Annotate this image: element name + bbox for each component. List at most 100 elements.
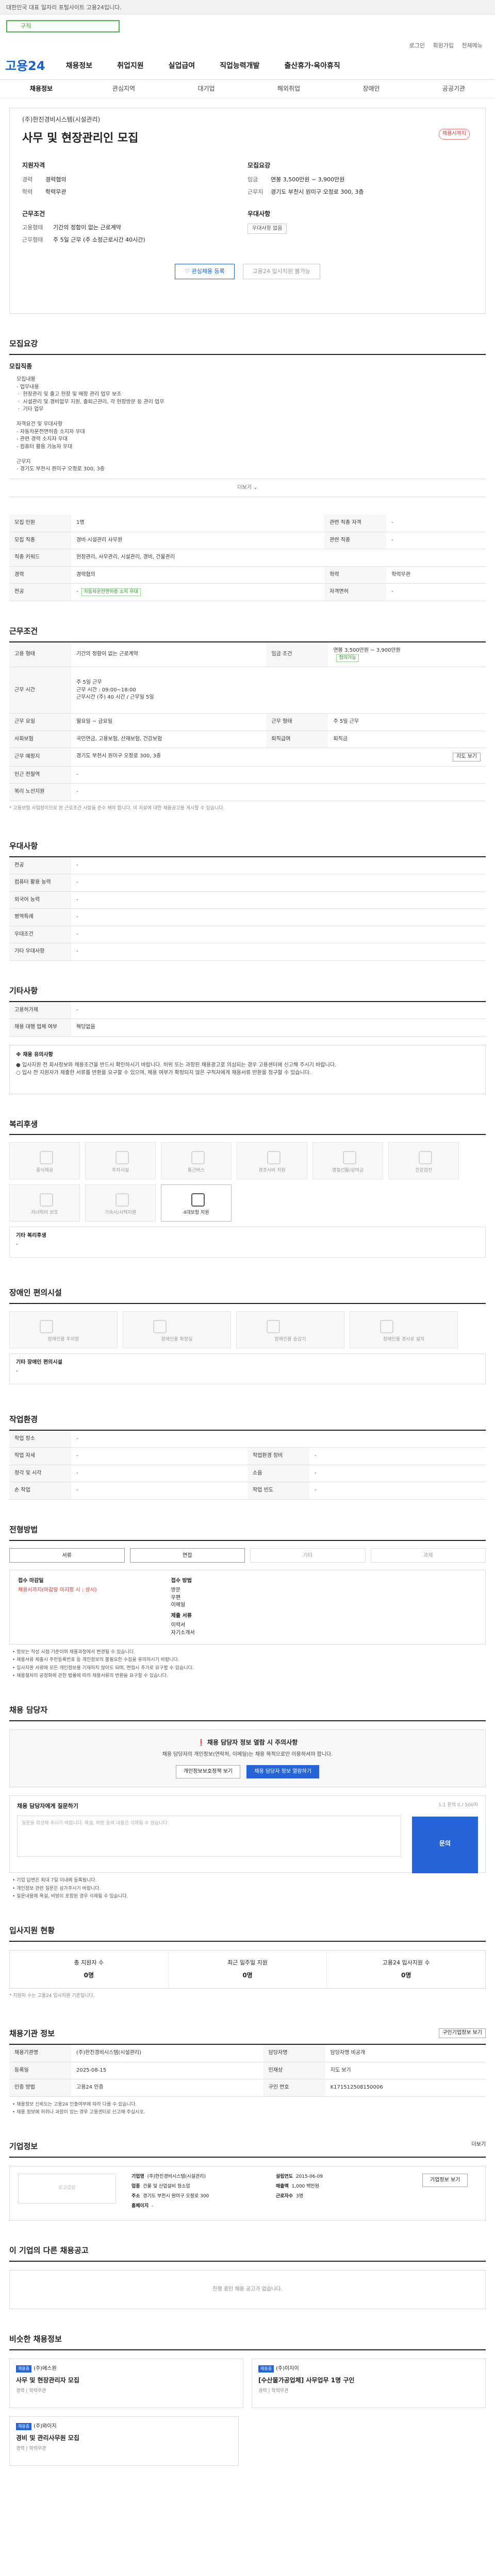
- subnav-item[interactable]: 채용정보: [0, 84, 82, 93]
- apply-method: 접수 방법 방문 우편 이메일 제출 서류 이력서 자기소개서: [171, 1578, 324, 1637]
- status-item: 최근 일주일 지원 0명: [169, 1951, 327, 1989]
- detail-section: 모집요강 모집직종 모집내용 - 업무내용 ㆍ 현장관리 및 출고 현장 및 매…: [9, 334, 486, 602]
- info-table: 채용기관명 (주)한진경비시스템(시설관리) 담당자명 담당자명 비공개 등록일 202…: [9, 2045, 486, 2097]
- subnav-item[interactable]: 대기업: [165, 84, 248, 93]
- subnav-item[interactable]: 공공기관: [412, 84, 495, 93]
- status-value: 0명: [84, 1971, 94, 1979]
- th: 직종 키워드: [9, 549, 71, 567]
- gnb-item-leave[interactable]: 출산휴가·육아휴직: [284, 61, 340, 71]
- th: 채용 대행 업체 여부: [9, 1019, 71, 1037]
- apply-notes: • 정보는 작성 시점 기준이며 채용과정에서 변경될 수 있습니다. • 채용…: [12, 1650, 194, 1679]
- td: -: [71, 783, 486, 801]
- status-grid: 총 지원자 수 0명 최근 일주일 지원 0명 고용24 입사지원 수 0명: [9, 1950, 486, 1989]
- corp-col-2: 설립연도 2015-06-09 매출액 1,000 백만원 근로자수 3명: [276, 2174, 420, 2213]
- td: -: [71, 1002, 486, 1020]
- th: 고용허가제: [9, 1002, 71, 1020]
- td: -: [71, 1447, 248, 1465]
- subnav-item[interactable]: 장애인: [330, 84, 412, 93]
- kv-key: 경력: [22, 176, 33, 183]
- th: 관련 직종 자격: [324, 515, 387, 532]
- th: 고용 형태: [9, 642, 71, 668]
- welfare-other: 기타 복리후생 -: [9, 1227, 486, 1258]
- apply-info: 접수 마감일 채용시까지(마감일 미지정 시 : 상시) 접수 방법 방문 우편 이…: [9, 1569, 486, 1645]
- logo[interactable]: 고용24: [5, 57, 45, 75]
- corp-key: 홈페이지: [131, 2204, 149, 2209]
- td: 지도 보기: [325, 2062, 486, 2080]
- status-value: 0명: [242, 1971, 253, 1979]
- inquiry-textarea[interactable]: 질문을 작성해 주시기 바랍니다. 욕설, 비방 등의 내용은 삭제될 수 있습…: [17, 1816, 401, 1857]
- corp-more-link[interactable]: 더보기: [471, 2141, 486, 2149]
- th: 전공: [9, 857, 71, 875]
- section-title: 복리후생: [9, 1115, 486, 1136]
- condition-section: 근무조건 고용 형태 기간의 정함이 없는 근로계약 임금 조건 연봉 3,500만원…: [9, 622, 486, 816]
- recommend-card[interactable]: 채용중 (주)이지이 [수산물가공업체] 사무업무 1명 구인 경력 | 학력무관: [252, 2359, 486, 2409]
- alert-title: 채용 담당자 정보 열람 시 주의사항: [207, 1738, 298, 1746]
- th: 손 작업: [9, 1482, 71, 1500]
- corp-key: 주소: [131, 2194, 140, 2199]
- login-link[interactable]: 로그인: [409, 42, 425, 49]
- gnb-item-support[interactable]: 취업지원: [117, 61, 144, 71]
- corp-col-1: 기업명 (주)한진경비시스템(시설관리) 업종 건물 및 산업설비 청소업 주소…: [131, 2174, 276, 2213]
- view-contact-button[interactable]: 채용 담당자 정보 열람하기: [246, 1765, 320, 1779]
- recommend-card[interactable]: 채용중 (주)와이지 경비 및 관리사무원 모집 경력 | 학력무관: [9, 2416, 239, 2466]
- contact-box: ❗ 채용 담당자 정보 열람 시 주의사항 채용 담당자의 개인정보(연락처, …: [9, 1729, 486, 1788]
- gnb-item-jobs[interactable]: 채용정보: [66, 61, 93, 71]
- worktime: 근무 시간 : 09:00~18:00 근무시간 (주) 40 시간 / 근무일…: [76, 687, 154, 701]
- th: 청각 및 시각: [9, 1465, 71, 1483]
- recruit-title: 모집요강: [248, 162, 271, 170]
- td: - 자동차운전면허증 소지 우대: [71, 583, 325, 602]
- recommend-card[interactable]: 채용중 (주)에스원 사무 및 현장관리자 모집 경력 | 학력무관: [9, 2359, 243, 2409]
- gnb-item-benefit[interactable]: 실업급여: [169, 61, 195, 71]
- privacy-button[interactable]: 개인정보보호정책 보기: [175, 1765, 241, 1779]
- apply-button[interactable]: 고용24 입사지원 불가능: [242, 263, 320, 279]
- preference-section: 우대사항 전공 - 컴퓨터 활용 능력 - 외국어 능력 - 병역특례 - 우대조건 - …: [9, 837, 486, 961]
- contact-notes: • 기업 답변은 최대 7일 이내에 등록됩니다. • 개인정보 관련 질문은 …: [12, 1878, 128, 1899]
- footnote: * 고용보험 사업장이므로 본 근로조건 사항을 준수 해야 합니다. 이 자료…: [9, 805, 225, 811]
- search-input[interactable]: 구직: [6, 20, 120, 32]
- kv-key: 근무지: [248, 188, 263, 195]
- subnav-item[interactable]: 해외취업: [248, 84, 330, 93]
- td: 월요일 ~ 금요일: [71, 713, 267, 731]
- td: -: [386, 532, 486, 550]
- contact-section: 채용 담당자 ❗ 채용 담당자 정보 열람 시 주의사항 채용 담당자의 개인정…: [9, 1701, 486, 1901]
- more-label: 더보기: [237, 484, 252, 490]
- status-section: 입사지원 현황 총 지원자 수 0명 최근 일주일 지원 0명 고용24 입사지원 …: [9, 1921, 486, 2004]
- ask-button[interactable]: 문의: [412, 1817, 478, 1874]
- join-link[interactable]: 회원가입: [433, 42, 454, 49]
- disability-section: 장애인 편의시설 장애인용 주차장 장애인용 화장실 장애인용 승강기 장애인용…: [9, 1283, 486, 1385]
- td: -: [71, 857, 486, 875]
- th: 복리 노선지원: [9, 783, 71, 801]
- th: 담당자명: [263, 2045, 325, 2062]
- corp-box: 로고없음 기업명 (주)한진경비시스템(시설관리) 업종 건물 및 산업설비 청…: [9, 2165, 486, 2221]
- corp-info-button[interactable]: 기업정보 보기: [422, 2173, 468, 2188]
- card-company: (주)와이지: [34, 2424, 57, 2430]
- interest-button[interactable]: ♡ 관심채용 등록: [175, 263, 235, 279]
- welfare-item: 통근버스: [161, 1142, 232, 1180]
- card-title: [수산물가공업체] 사무업무 1명 구인: [258, 2376, 355, 2384]
- topbar-text: 대한민국 대표 일자리 포털사이트 고용24입니다.: [6, 4, 122, 11]
- welfare-grid: 중식제공 주차시설 통근버스 경조사비 지원 명절선물/상여금 건강검진 자녀학…: [9, 1135, 486, 1227]
- th: 등록일: [9, 2062, 71, 2080]
- disability-item: 장애인용 주차장: [9, 1311, 118, 1349]
- corp-value: 1,000 백만원: [291, 2184, 320, 2190]
- more-button[interactable]: 더보기 ⌄: [9, 479, 486, 498]
- deadline-badge: 채용시까지: [439, 129, 470, 140]
- th: 기타 우대사항: [9, 943, 71, 961]
- td: 담당자명 비공개: [325, 2045, 486, 2062]
- env-section: 작업환경 작업 장소 - 작업 자세 - 작업환경 장비 - 청각 및 시각 - 소음 - 손…: [9, 1410, 486, 1500]
- company-name[interactable]: (주)한진경비시스템(시설관리): [22, 115, 473, 124]
- map-button[interactable]: 지도 보기: [453, 753, 481, 761]
- corp-logo: 로고없음: [18, 2173, 116, 2204]
- th: 관련 직종: [324, 532, 387, 550]
- info-button[interactable]: 구인기업정보 보기: [439, 2028, 486, 2038]
- th: 퇴직급여: [266, 731, 328, 749]
- td: 현장관리, 사무관리, 시설관리, 경비, 건물관리: [71, 549, 486, 567]
- sitemap-link[interactable]: 전체메뉴: [462, 42, 483, 49]
- empty-state: 진행 중인 채용 공고가 없습니다.: [9, 2269, 486, 2310]
- th: 인근 전철역: [9, 766, 71, 784]
- inquiry-box: 채용 담당자에게 질문하기 1:1 문의 0 / 500자 질문을 작성해 주시…: [9, 1795, 486, 1874]
- section-title: 우대사항: [9, 837, 486, 857]
- gnb-item-training[interactable]: 직업능력개발: [220, 61, 259, 71]
- th: 근무 형태: [266, 713, 328, 731]
- subnav-item[interactable]: 관심지역: [82, 84, 165, 93]
